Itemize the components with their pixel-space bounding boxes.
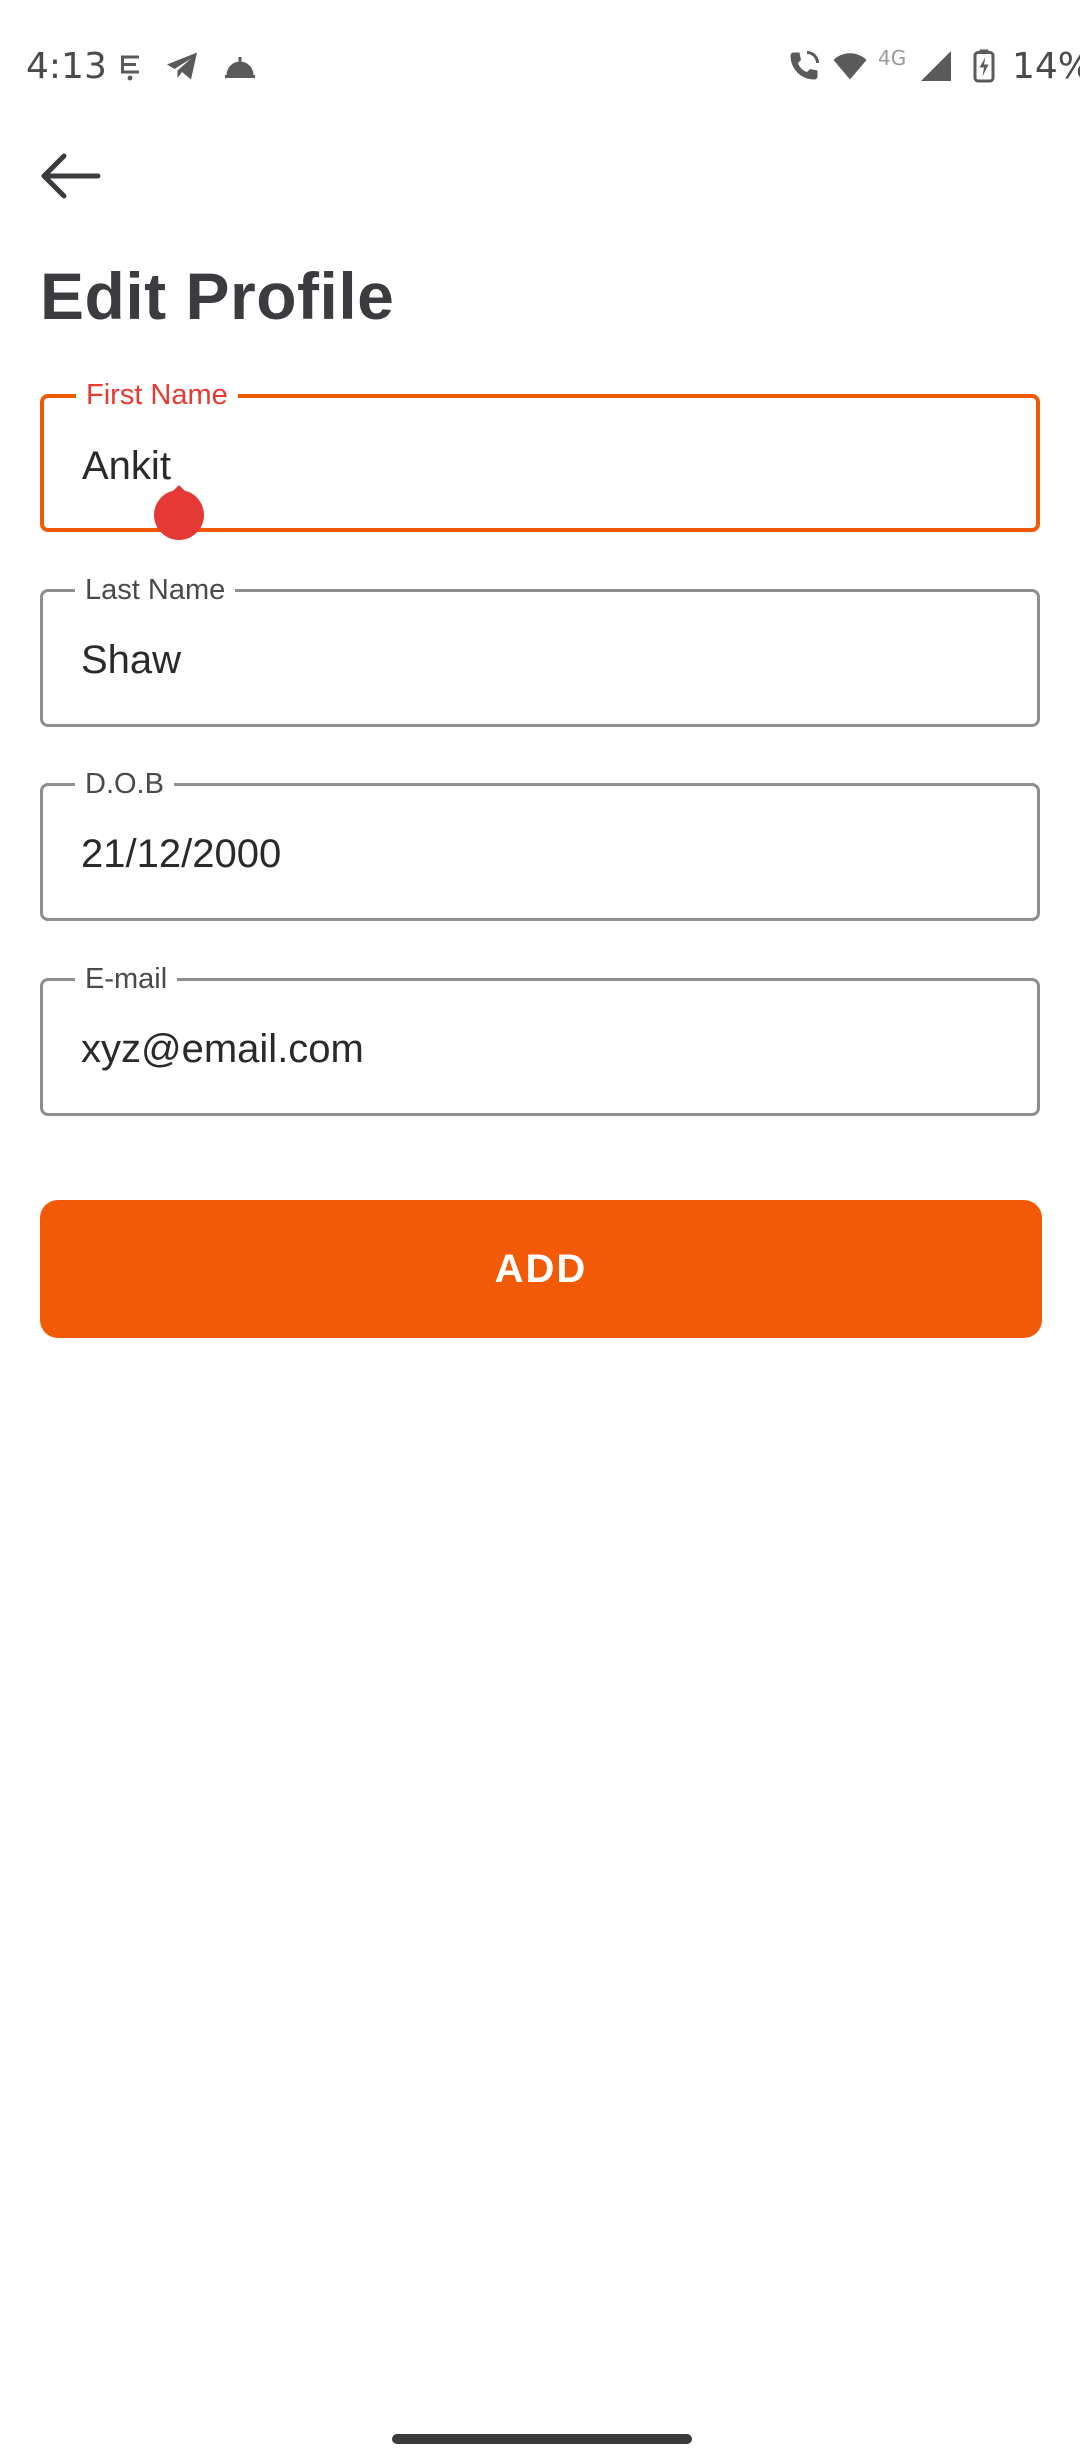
network-type-label: 4G: [878, 46, 907, 70]
add-button[interactable]: ADD: [40, 1200, 1042, 1338]
dob-input[interactable]: [81, 830, 981, 878]
email-label: E-mail: [75, 961, 178, 997]
last-name-input[interactable]: [81, 636, 981, 684]
first-name-label: First Name: [76, 377, 238, 413]
last-name-label: Last Name: [75, 572, 236, 608]
dob-field[interactable]: D.O.B: [40, 766, 1040, 921]
dob-label: D.O.B: [75, 766, 174, 802]
battery-charging-icon: [973, 49, 995, 83]
signal-icon: [921, 51, 951, 81]
email-input[interactable]: [81, 1025, 981, 1073]
first-name-input[interactable]: [82, 442, 982, 490]
wifi-icon: [833, 53, 867, 80]
delivery-bell-icon: [225, 57, 255, 78]
telegram-icon: [167, 52, 197, 80]
home-gesture-bar[interactable]: [392, 2434, 692, 2444]
battery-percent: 14%: [1012, 46, 1080, 87]
status-time: 4:13: [26, 46, 107, 87]
email-field[interactable]: E-mail: [40, 961, 1040, 1116]
arrow-left-icon: [41, 153, 101, 199]
back-button[interactable]: [38, 148, 102, 204]
text-cursor-handle[interactable]: [154, 490, 204, 540]
wifi-call-icon: [790, 51, 819, 80]
page-title: Edit Profile: [40, 259, 395, 333]
last-name-field[interactable]: Last Name: [40, 572, 1040, 727]
status-bar: 4:13 4G 14%: [0, 0, 1080, 130]
notification-app-icon: [121, 55, 139, 81]
